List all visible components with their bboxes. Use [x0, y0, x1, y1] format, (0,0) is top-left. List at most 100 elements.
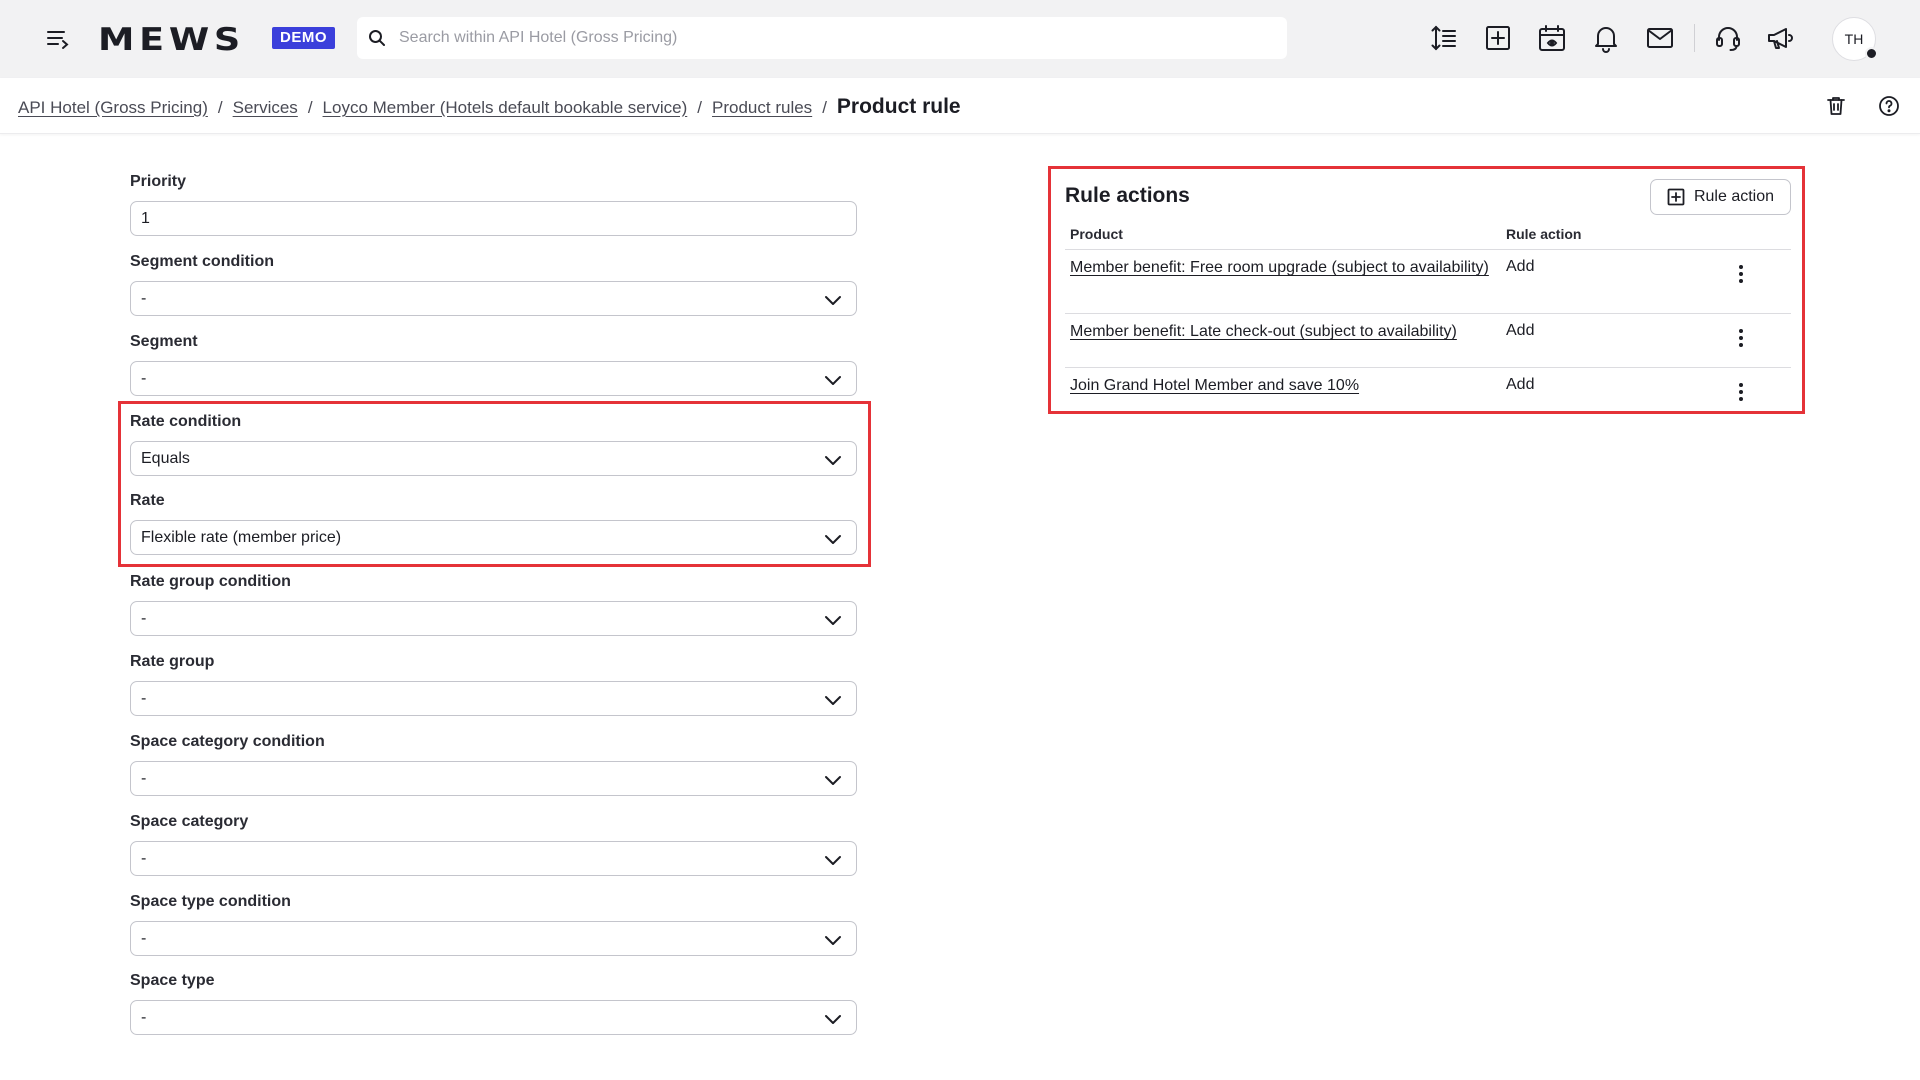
- rate-condition-select[interactable]: Equals: [130, 441, 857, 476]
- chevron-down-icon: [825, 456, 841, 465]
- status-dot: [1865, 47, 1878, 60]
- rule-action-product-link[interactable]: Join Grand Hotel Member and save 10%: [1070, 374, 1500, 397]
- breadcrumb-separator: /: [307, 98, 313, 117]
- avatar-initials: TH: [1844, 31, 1864, 47]
- breadcrumb-bar: API Hotel (Gross Pricing) / Services / L…: [0, 78, 1920, 134]
- more-options-icon[interactable]: [1730, 378, 1752, 406]
- chevron-down-icon: [825, 936, 841, 945]
- space-category-condition-value: -: [141, 769, 147, 787]
- add-square-icon: [1667, 188, 1685, 206]
- segment-condition-select[interactable]: -: [130, 281, 857, 316]
- space-type-condition-select[interactable]: -: [130, 921, 857, 956]
- rate-field: Rate Flexible rate (member price): [130, 492, 857, 555]
- rate-group-condition-label: Rate group condition: [130, 573, 291, 590]
- add-rule-action-button[interactable]: Rule action: [1650, 179, 1791, 215]
- chevron-down-icon: [825, 856, 841, 865]
- announcements-megaphone-icon[interactable]: [1764, 22, 1796, 54]
- space-category-select[interactable]: -: [130, 841, 857, 876]
- priority-input[interactable]: [130, 201, 857, 236]
- search-box[interactable]: [357, 17, 1287, 59]
- add-new-icon[interactable]: [1482, 22, 1514, 54]
- table-header-divider: [1065, 249, 1791, 250]
- rate-group-field: Rate group -: [130, 653, 857, 716]
- chevron-down-icon: [825, 776, 841, 785]
- rate-condition-value: Equals: [141, 449, 190, 467]
- chevron-down-icon: [825, 376, 841, 385]
- rate-select[interactable]: Flexible rate (member price): [130, 520, 857, 555]
- messages-mail-icon[interactable]: [1644, 22, 1676, 54]
- column-header-product: Product: [1070, 226, 1123, 242]
- rate-condition-label: Rate condition: [130, 413, 242, 430]
- rate-condition-field: Rate condition Equals: [130, 413, 857, 476]
- page-title: Product rule: [836, 95, 961, 118]
- segment-value: -: [141, 369, 147, 387]
- space-type-condition-label: Space type condition: [130, 893, 291, 910]
- rule-action-type: Add: [1506, 322, 1535, 339]
- breadcrumb-separator: /: [822, 98, 827, 117]
- table-row-divider: [1065, 313, 1791, 314]
- chevron-down-icon: [825, 1015, 841, 1024]
- rule-action-product-link[interactable]: Member benefit: Late check-out (subject …: [1070, 320, 1510, 343]
- toolbar-divider: [1694, 24, 1695, 52]
- demo-badge: DEMO: [272, 27, 335, 49]
- support-headset-icon[interactable]: [1712, 22, 1744, 54]
- space-category-label: Space category: [130, 813, 249, 830]
- priority-field: Priority: [130, 173, 857, 236]
- breadcrumb-link-service[interactable]: Loyco Member (Hotels default bookable se…: [323, 98, 688, 118]
- rule-action-type: Add: [1506, 258, 1535, 275]
- segment-condition-label: Segment condition: [130, 253, 274, 270]
- table-row-divider: [1065, 367, 1791, 368]
- space-category-field: Space category -: [130, 813, 857, 876]
- segment-field: Segment -: [130, 333, 857, 396]
- add-rule-action-label: Rule action: [1693, 188, 1775, 205]
- space-type-label: Space type: [130, 972, 215, 989]
- segment-condition-value: -: [141, 289, 147, 307]
- help-icon[interactable]: [1877, 94, 1901, 118]
- space-category-value: -: [141, 849, 147, 867]
- rate-value: Flexible rate (member price): [141, 528, 342, 546]
- space-category-condition-select[interactable]: -: [130, 761, 857, 796]
- segment-select[interactable]: -: [130, 361, 857, 396]
- rate-group-label: Rate group: [130, 653, 215, 670]
- space-type-select[interactable]: -: [130, 1000, 857, 1035]
- rate-group-condition-select[interactable]: -: [130, 601, 857, 636]
- space-category-condition-field: Space category condition -: [130, 733, 857, 796]
- segment-condition-field: Segment condition -: [130, 253, 857, 316]
- chevron-down-icon: [825, 696, 841, 705]
- rule-action-type: Add: [1506, 376, 1535, 393]
- segment-label: Segment: [130, 333, 198, 350]
- rate-group-select[interactable]: -: [130, 681, 857, 716]
- search-input[interactable]: [399, 29, 1259, 47]
- density-icon[interactable]: [1428, 22, 1460, 54]
- top-bar: MEWS DEMO TH: [0, 0, 1920, 78]
- space-type-condition-value: -: [141, 929, 147, 947]
- breadcrumb-link-product-rules[interactable]: Product rules: [712, 98, 812, 118]
- notifications-bell-icon[interactable]: [1590, 22, 1622, 54]
- rate-group-condition-value: -: [141, 609, 147, 627]
- mews-logo[interactable]: MEWS: [98, 22, 245, 58]
- space-category-condition-label: Space category condition: [130, 733, 325, 750]
- breadcrumb-separator: /: [697, 98, 703, 117]
- breadcrumb: API Hotel (Gross Pricing) / Services / L…: [18, 95, 961, 119]
- rule-action-product-link[interactable]: Member benefit: Free room upgrade (subje…: [1070, 256, 1500, 279]
- search-icon: [369, 30, 385, 46]
- rate-label: Rate: [130, 492, 165, 509]
- rate-group-value: -: [141, 689, 147, 707]
- breadcrumb-link-services[interactable]: Services: [233, 98, 298, 118]
- priority-label: Priority: [130, 173, 187, 190]
- rate-group-condition-field: Rate group condition -: [130, 573, 857, 636]
- space-type-value: -: [141, 1008, 147, 1026]
- column-header-rule-action: Rule action: [1506, 226, 1582, 242]
- menu-icon[interactable]: [44, 25, 72, 53]
- user-avatar[interactable]: TH: [1832, 17, 1878, 61]
- more-options-icon[interactable]: [1730, 324, 1752, 352]
- delete-trash-icon[interactable]: [1824, 94, 1848, 118]
- space-type-field: Space type -: [130, 972, 857, 1035]
- chevron-down-icon: [825, 616, 841, 625]
- breadcrumb-link-hotel[interactable]: API Hotel (Gross Pricing): [18, 98, 208, 118]
- more-options-icon[interactable]: [1730, 260, 1752, 288]
- chevron-down-icon: [825, 535, 841, 544]
- space-type-condition-field: Space type condition -: [130, 893, 857, 956]
- rule-actions-title: Rule actions: [1065, 184, 1190, 207]
- calendar-view-icon[interactable]: [1536, 22, 1568, 54]
